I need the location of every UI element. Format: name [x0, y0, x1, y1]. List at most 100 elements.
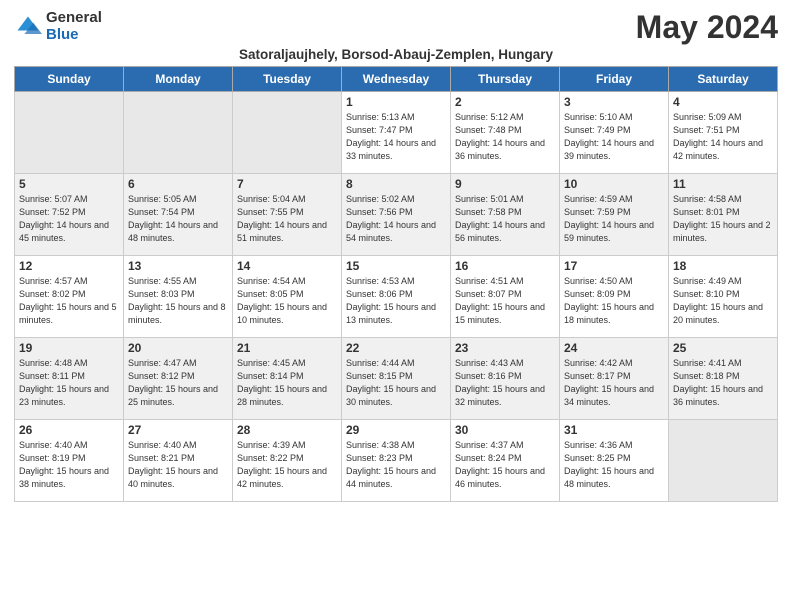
table-row: 31Sunrise: 4:36 AM Sunset: 8:25 PM Dayli… [560, 420, 669, 502]
table-row: 1 Sunrise: 5:13 AM Sunset: 7:47 PM Daylig… [342, 92, 451, 174]
day-number: 1 [346, 95, 446, 109]
table-row [124, 92, 233, 174]
day-number: 24 [564, 341, 664, 355]
calendar-week-4: 19 Sunrise: 4:48 AM Sunset: 8:11 PM Dayli… [15, 338, 778, 420]
day-info: Sunrise: 4:38 AM Sunset: 8:23 PM Dayligh… [346, 439, 446, 491]
day-info: Sunrise: 4:37 AM Sunset: 8:24 PM Dayligh… [455, 439, 555, 491]
day-number: 4 [673, 95, 773, 109]
day-number: 14 [237, 259, 337, 273]
day-number: 16 [455, 259, 555, 273]
col-sunday: Sunday [15, 67, 124, 92]
table-row: 26 Sunrise: 4:40 AM Sunset: 8:19 PM Dayli… [15, 420, 124, 502]
calendar-week-5: 26 Sunrise: 4:40 AM Sunset: 8:19 PM Dayli… [15, 420, 778, 502]
calendar-table: Sunday Monday Tuesday Wednesday Thursday… [14, 66, 778, 502]
table-row: 21Sunrise: 4:45 AM Sunset: 8:14 PM Dayli… [233, 338, 342, 420]
day-number: 19 [19, 341, 119, 355]
day-number: 2 [455, 95, 555, 109]
table-row: 19 Sunrise: 4:48 AM Sunset: 8:11 PM Dayli… [15, 338, 124, 420]
day-info: Sunrise: 4:41 AM Sunset: 8:18 PM Dayligh… [673, 357, 773, 409]
logo-icon [14, 13, 42, 41]
table-row: 23 Sunrise: 4:43 AM Sunset: 8:16 PM Dayli… [451, 338, 560, 420]
day-number: 27 [128, 423, 228, 437]
table-row: 10 Sunrise: 4:59 AM Sunset: 7:59 PM Dayli… [560, 174, 669, 256]
day-number: 13 [128, 259, 228, 273]
day-info: Sunrise: 4:57 AM Sunset: 8:02 PM Dayligh… [19, 275, 119, 327]
table-row: 25Sunrise: 4:41 AM Sunset: 8:18 PM Dayli… [669, 338, 778, 420]
day-number: 6 [128, 177, 228, 191]
table-row: 30Sunrise: 4:37 AM Sunset: 8:24 PM Dayli… [451, 420, 560, 502]
day-number: 15 [346, 259, 446, 273]
day-number: 22 [346, 341, 446, 355]
day-number: 10 [564, 177, 664, 191]
col-monday: Monday [124, 67, 233, 92]
col-tuesday: Tuesday [233, 67, 342, 92]
day-info: Sunrise: 4:53 AM Sunset: 8:06 PM Dayligh… [346, 275, 446, 327]
table-row: 20Sunrise: 4:47 AM Sunset: 8:12 PM Dayli… [124, 338, 233, 420]
location-subtitle: Satoraljaujhely, Borsod-Abauj-Zemplen, H… [14, 47, 778, 62]
table-row: 27Sunrise: 4:40 AM Sunset: 8:21 PM Dayli… [124, 420, 233, 502]
logo: General Blue [14, 10, 102, 43]
day-number: 28 [237, 423, 337, 437]
day-info: Sunrise: 5:10 AM Sunset: 7:49 PM Dayligh… [564, 111, 664, 163]
day-info: Sunrise: 4:42 AM Sunset: 8:17 PM Dayligh… [564, 357, 664, 409]
day-info: Sunrise: 4:49 AM Sunset: 8:10 PM Dayligh… [673, 275, 773, 327]
table-row: 24 Sunrise: 4:42 AM Sunset: 8:17 PM Dayli… [560, 338, 669, 420]
day-info: Sunrise: 4:55 AM Sunset: 8:03 PM Dayligh… [128, 275, 228, 327]
calendar-week-1: 1 Sunrise: 5:13 AM Sunset: 7:47 PM Daylig… [15, 92, 778, 174]
table-row: 12Sunrise: 4:57 AM Sunset: 8:02 PM Dayli… [15, 256, 124, 338]
col-friday: Friday [560, 67, 669, 92]
table-row: 17 Sunrise: 4:50 AM Sunset: 8:09 PM Dayli… [560, 256, 669, 338]
logo-blue: Blue [46, 27, 102, 44]
day-info: Sunrise: 4:45 AM Sunset: 8:14 PM Dayligh… [237, 357, 337, 409]
day-number: 20 [128, 341, 228, 355]
logo-text: General Blue [46, 10, 102, 43]
calendar-week-3: 12Sunrise: 4:57 AM Sunset: 8:02 PM Dayli… [15, 256, 778, 338]
day-number: 18 [673, 259, 773, 273]
day-info: Sunrise: 5:09 AM Sunset: 7:51 PM Dayligh… [673, 111, 773, 163]
day-number: 31 [564, 423, 664, 437]
table-row: 13 Sunrise: 4:55 AM Sunset: 8:03 PM Dayli… [124, 256, 233, 338]
day-info: Sunrise: 4:44 AM Sunset: 8:15 PM Dayligh… [346, 357, 446, 409]
day-info: Sunrise: 5:05 AM Sunset: 7:54 PM Dayligh… [128, 193, 228, 245]
table-row: 9Sunrise: 5:01 AM Sunset: 7:58 PM Daylig… [451, 174, 560, 256]
col-thursday: Thursday [451, 67, 560, 92]
day-info: Sunrise: 4:54 AM Sunset: 8:05 PM Dayligh… [237, 275, 337, 327]
calendar-header-row: Sunday Monday Tuesday Wednesday Thursday… [15, 67, 778, 92]
day-number: 11 [673, 177, 773, 191]
table-row: 3 Sunrise: 5:10 AM Sunset: 7:49 PM Daylig… [560, 92, 669, 174]
day-info: Sunrise: 4:51 AM Sunset: 8:07 PM Dayligh… [455, 275, 555, 327]
day-number: 5 [19, 177, 119, 191]
page: General Blue May 2024 Satoraljaujhely, B… [0, 0, 792, 512]
table-row: 8Sunrise: 5:02 AM Sunset: 7:56 PM Daylig… [342, 174, 451, 256]
title-block: May 2024 [636, 10, 778, 45]
table-row [233, 92, 342, 174]
day-info: Sunrise: 5:13 AM Sunset: 7:47 PM Dayligh… [346, 111, 446, 163]
day-number: 29 [346, 423, 446, 437]
day-number: 9 [455, 177, 555, 191]
calendar-week-2: 5 Sunrise: 5:07 AM Sunset: 7:52 PM Daylig… [15, 174, 778, 256]
table-row: 14 Sunrise: 4:54 AM Sunset: 8:05 PM Dayli… [233, 256, 342, 338]
day-info: Sunrise: 4:59 AM Sunset: 7:59 PM Dayligh… [564, 193, 664, 245]
day-number: 17 [564, 259, 664, 273]
table-row: 16 Sunrise: 4:51 AM Sunset: 8:07 PM Dayli… [451, 256, 560, 338]
header: General Blue May 2024 [14, 10, 778, 45]
day-number: 23 [455, 341, 555, 355]
day-info: Sunrise: 4:43 AM Sunset: 8:16 PM Dayligh… [455, 357, 555, 409]
day-info: Sunrise: 4:50 AM Sunset: 8:09 PM Dayligh… [564, 275, 664, 327]
day-info: Sunrise: 5:07 AM Sunset: 7:52 PM Dayligh… [19, 193, 119, 245]
day-number: 26 [19, 423, 119, 437]
table-row [15, 92, 124, 174]
day-info: Sunrise: 4:48 AM Sunset: 8:11 PM Dayligh… [19, 357, 119, 409]
table-row: 11Sunrise: 4:58 AM Sunset: 8:01 PM Dayli… [669, 174, 778, 256]
day-info: Sunrise: 4:40 AM Sunset: 8:19 PM Dayligh… [19, 439, 119, 491]
table-row: 7Sunrise: 5:04 AM Sunset: 7:55 PM Daylig… [233, 174, 342, 256]
logo-general: General [46, 10, 102, 27]
table-row: 5 Sunrise: 5:07 AM Sunset: 7:52 PM Daylig… [15, 174, 124, 256]
col-wednesday: Wednesday [342, 67, 451, 92]
day-info: Sunrise: 4:39 AM Sunset: 8:22 PM Dayligh… [237, 439, 337, 491]
table-row: 18 Sunrise: 4:49 AM Sunset: 8:10 PM Dayli… [669, 256, 778, 338]
day-number: 3 [564, 95, 664, 109]
day-number: 8 [346, 177, 446, 191]
table-row: 22 Sunrise: 4:44 AM Sunset: 8:15 PM Dayli… [342, 338, 451, 420]
col-saturday: Saturday [669, 67, 778, 92]
